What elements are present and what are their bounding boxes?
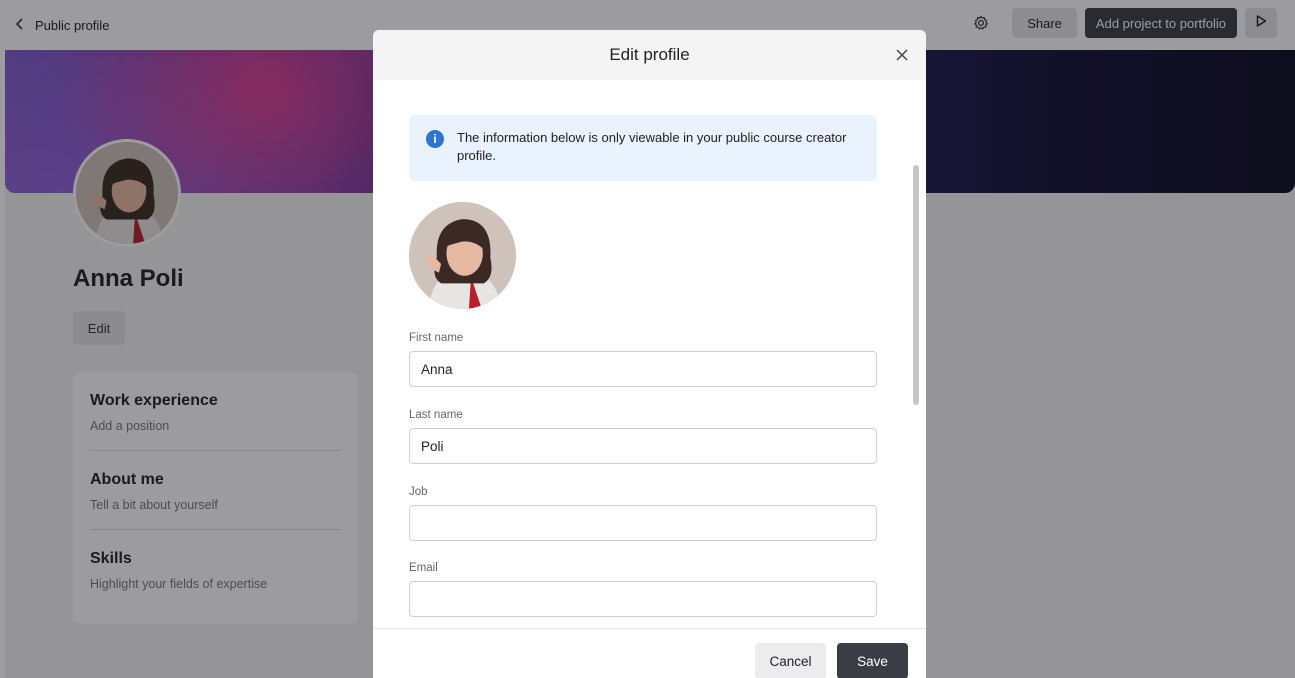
first-name-field-group: First name	[409, 332, 877, 387]
info-text: The information below is only viewable i…	[457, 130, 847, 163]
modal-body[interactable]: i The information below is only viewable…	[373, 80, 926, 623]
save-button[interactable]: Save	[837, 643, 908, 678]
last-name-field-group: Last name	[409, 409, 877, 464]
job-field-group: Job	[409, 486, 877, 541]
cancel-button[interactable]: Cancel	[755, 643, 826, 678]
job-label: Job	[409, 486, 428, 498]
edit-profile-modal: Edit profile i The information below is …	[373, 30, 926, 678]
email-label: Email	[409, 562, 438, 574]
avatar-upload[interactable]	[409, 202, 516, 309]
email-field-group: Email	[409, 562, 877, 617]
info-notice: i The information below is only viewable…	[409, 115, 877, 181]
modal-footer: Cancel Save	[373, 628, 926, 678]
modal-header: Edit profile	[373, 30, 926, 80]
first-name-input[interactable]	[409, 351, 877, 387]
email-input[interactable]	[409, 581, 877, 617]
modal-title: Edit profile	[609, 45, 690, 64]
info-icon: i	[426, 130, 444, 148]
last-name-label: Last name	[409, 409, 463, 421]
job-input[interactable]	[409, 505, 877, 541]
close-icon[interactable]	[892, 45, 912, 65]
last-name-input[interactable]	[409, 428, 877, 464]
modal-scrollbar[interactable]	[913, 165, 919, 411]
first-name-label: First name	[409, 332, 464, 344]
scrollbar-thumb[interactable]	[913, 165, 919, 405]
